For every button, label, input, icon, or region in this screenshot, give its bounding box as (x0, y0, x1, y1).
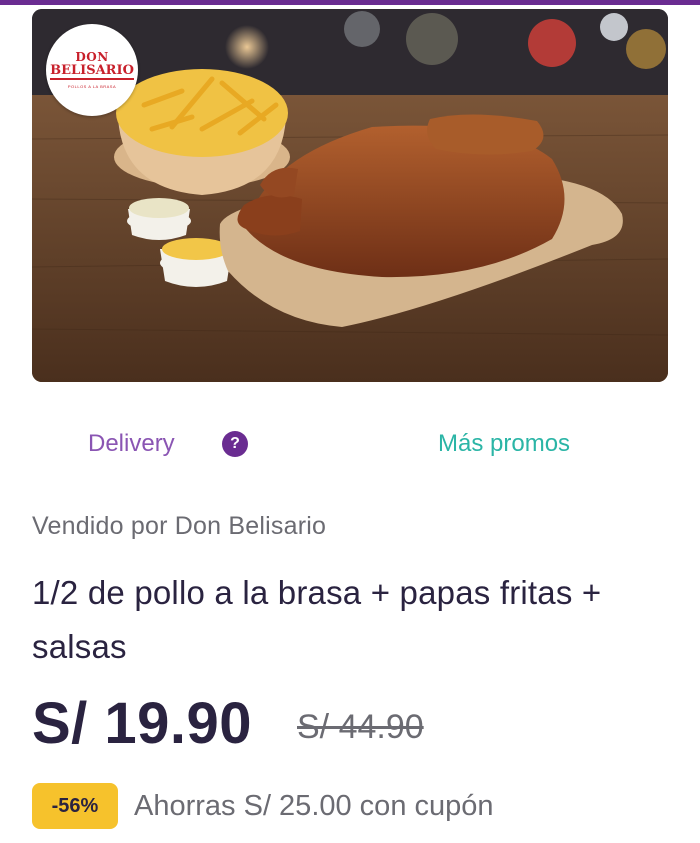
product-title: 1/2 de pollo a la brasa + papas fritas +… (32, 574, 602, 665)
logo-text-don: DON (75, 50, 109, 64)
original-price: S/ 44.90 (297, 708, 424, 746)
top-accent-bar (0, 0, 700, 5)
question-mark-icon[interactable]: ? (222, 431, 248, 457)
logo-text-tagline: POLLOS A LA BRASA (67, 84, 117, 89)
seller-label: Vendido por Don Belisario (32, 512, 327, 540)
discount-badge: -56% (32, 783, 118, 829)
delivery-link[interactable]: Delivery (88, 430, 175, 458)
don-belisario-logo: DON BELISARIO POLLOS A LA BRASA (46, 24, 138, 116)
more-promos-link[interactable]: Más promos (438, 430, 570, 458)
product-image: DON BELISARIO POLLOS A LA BRASA (32, 9, 668, 382)
info-links-row: Delivery ? Más promos (0, 427, 700, 463)
current-price: S/ 19.90 (32, 691, 253, 756)
coupon-savings-text: Ahorras S/ 25.00 con cupón (134, 790, 494, 822)
logo-text-belisario: BELISARIO (50, 63, 134, 80)
